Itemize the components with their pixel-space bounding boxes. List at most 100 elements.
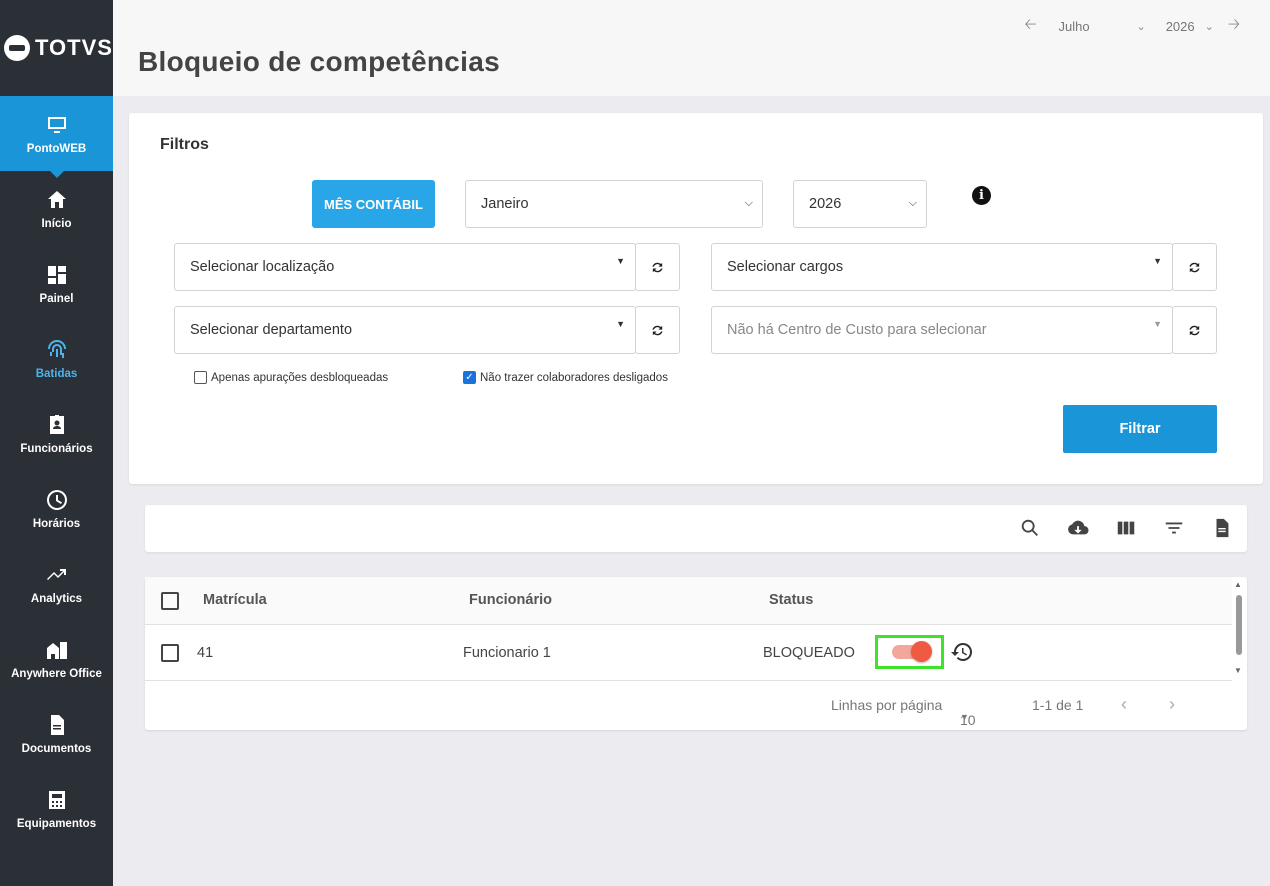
prev-page-icon[interactable]: ‹ <box>1121 694 1127 715</box>
centro-custo-select[interactable]: Não há Centro de Custo para selecionar ▼ <box>711 306 1173 354</box>
scroll-up-icon[interactable]: ▲ <box>1234 580 1242 589</box>
search-button[interactable] <box>1019 517 1043 541</box>
desbloqueadas-checkbox[interactable]: Apenas apurações desbloqueadas <box>194 371 388 384</box>
filters-title: Filtros <box>160 136 209 153</box>
search-icon <box>1021 519 1038 536</box>
filter-list-icon <box>1165 522 1183 534</box>
month-select[interactable]: Janeiro ⌵ <box>465 180 763 228</box>
month-select-value: Janeiro <box>481 196 529 212</box>
desligados-checkbox[interactable]: ✓ Não trazer colaboradores desligados <box>463 371 668 384</box>
caret-down-icon: ▼ <box>960 712 969 722</box>
departamento-placeholder: Selecionar departamento <box>190 322 353 338</box>
cargos-select[interactable]: Selecionar cargos ▼ <box>711 243 1173 291</box>
page-header: Bloqueio de competências 🡠 Julho ⌄ 2026 … <box>113 0 1270 96</box>
header-matricula[interactable]: Matrícula <box>203 592 267 608</box>
brand-name: TOTVS <box>35 35 113 60</box>
row-checkbox[interactable] <box>161 644 179 662</box>
caret-down-icon: ▼ <box>1153 319 1162 329</box>
sidebar-item-label: Equipamentos <box>16 817 97 830</box>
refresh-icon <box>652 325 663 335</box>
cell-matricula: 41 <box>197 645 214 661</box>
sidebar-item-pontoweb[interactable]: PontoWEB <box>0 96 113 178</box>
sidebar-item-label: Início <box>41 217 72 230</box>
next-page-icon[interactable]: › <box>1169 694 1175 715</box>
departamento-select[interactable]: Selecionar departamento ▼ <box>174 306 636 354</box>
refresh-icon <box>652 262 663 272</box>
toggle-knob <box>910 641 932 662</box>
centro-custo-placeholder: Não há Centro de Custo para selecionar <box>727 322 987 338</box>
home-icon <box>47 190 66 208</box>
lock-toggle[interactable] <box>875 635 944 669</box>
refresh-centro-custo-button[interactable] <box>1172 306 1217 354</box>
desbloqueadas-label: Apenas apurações desbloqueadas <box>211 371 389 384</box>
info-icon[interactable]: i <box>972 186 991 205</box>
sidebar-item-batidas[interactable]: Batidas <box>0 321 113 396</box>
refresh-cargos-button[interactable] <box>1172 243 1217 291</box>
checkbox-checked-icon[interactable]: ✓ <box>463 371 476 384</box>
table-toolbar <box>145 505 1247 552</box>
building-icon <box>46 641 67 659</box>
badge-icon <box>49 414 64 434</box>
period-year[interactable]: 2026 <box>1160 19 1195 34</box>
sidebar-item-funcionarios[interactable]: Funcionários <box>0 396 113 471</box>
checkbox-unchecked[interactable] <box>194 371 207 384</box>
monitor-icon <box>47 116 66 133</box>
year-select[interactable]: 2026 ⌵ <box>793 180 927 228</box>
sidebar-item-inicio[interactable]: Início <box>0 171 113 246</box>
toggle-track <box>891 641 932 662</box>
sidebar-item-label: Anywhere Office <box>11 667 102 680</box>
period-selector: 🡠 Julho ⌄ 2026 ⌄ 🡢 <box>1024 14 1240 39</box>
sidebar-item-documentos[interactable]: Documentos <box>0 696 113 771</box>
sidebar-item-label: PontoWEB <box>26 142 87 155</box>
totvs-logo[interactable]: TOTVS <box>0 0 113 96</box>
chevron-down-icon: ⌵ <box>908 197 917 209</box>
filtrar-button[interactable]: Filtrar <box>1063 405 1217 453</box>
localizacao-placeholder: Selecionar localização <box>190 259 335 275</box>
sidebar-item-label: Painel <box>39 292 74 305</box>
period-month[interactable]: Julho <box>1036 19 1126 34</box>
fingerprint-icon <box>47 339 66 358</box>
sidebar-item-horarios[interactable]: Horários <box>0 471 113 546</box>
scroll-down-icon[interactable]: ▼ <box>1234 666 1242 675</box>
sidebar-item-painel[interactable]: Painel <box>0 246 113 321</box>
competencias-table: Matrícula Funcionário Status 41 Funciona… <box>145 577 1247 730</box>
cell-funcionario: Funcionario 1 <box>463 645 551 661</box>
sidebar-item-label: Horários <box>32 517 81 530</box>
history-button[interactable] <box>950 640 974 664</box>
rows-per-page-label: Linhas por página <box>831 697 943 713</box>
history-icon <box>951 642 973 661</box>
sidebar-item-label: Analytics <box>30 592 83 605</box>
sidebar-item-label: Documentos <box>21 742 92 755</box>
sidebar-item-analytics[interactable]: Analytics <box>0 546 113 621</box>
file-icon <box>1216 518 1229 538</box>
chevron-down-icon: ⌵ <box>744 197 753 209</box>
sidebar-item-anywhere-office[interactable]: Anywhere Office <box>0 621 113 696</box>
sidebar: TOTVS PontoWEB Início Painel Batidas Fun… <box>0 0 113 886</box>
cell-status: BLOQUEADO <box>763 645 855 661</box>
mes-contabil-button[interactable]: MÊS CONTÁBIL <box>312 180 435 228</box>
select-all-checkbox[interactable] <box>161 592 179 610</box>
localizacao-select[interactable]: Selecionar localização ▼ <box>174 243 636 291</box>
table-row[interactable]: 41 Funcionario 1 BLOQUEADO <box>145 626 1232 681</box>
sidebar-item-equipamentos[interactable]: Equipamentos <box>0 771 113 846</box>
columns-icon <box>1117 521 1135 535</box>
prev-period-icon[interactable]: 🡠 <box>1024 14 1036 39</box>
columns-button[interactable] <box>1115 517 1139 541</box>
page-title: Bloqueio de competências <box>138 46 500 77</box>
desligados-label: Não trazer colaboradores desligados <box>480 371 668 384</box>
header-funcionario[interactable]: Funcionário <box>469 592 552 608</box>
next-period-icon[interactable]: 🡢 <box>1228 14 1240 39</box>
scroll-thumb[interactable] <box>1236 595 1242 655</box>
filters-card: Filtros MÊS CONTÁBIL Janeiro ⌵ 2026 ⌵ i … <box>129 113 1263 484</box>
refresh-localizacao-button[interactable] <box>635 243 680 291</box>
refresh-departamento-button[interactable] <box>635 306 680 354</box>
download-button[interactable] <box>1067 517 1091 541</box>
chevron-down-icon[interactable]: ⌄ <box>1136 20 1145 33</box>
table-scrollbar[interactable]: ▲ ▼ <box>1234 580 1244 678</box>
trending-up-icon <box>46 568 66 580</box>
chevron-down-icon[interactable]: ⌄ <box>1205 20 1214 33</box>
sidebar-item-label: Batidas <box>35 367 78 380</box>
report-button[interactable] <box>1211 517 1235 541</box>
filter-button[interactable] <box>1163 517 1187 541</box>
header-status[interactable]: Status <box>769 592 813 608</box>
